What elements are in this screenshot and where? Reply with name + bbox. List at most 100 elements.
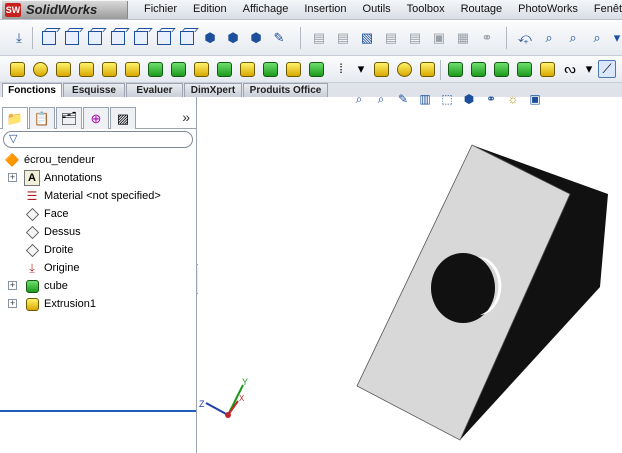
rib-icon[interactable] [238,60,256,78]
expand-icon[interactable]: + [8,299,17,308]
tree-item-label: Droite [44,244,74,256]
tab-dimxpert[interactable]: DimXpert [184,83,242,97]
menu-routage[interactable]: Routage [453,3,511,15]
view-top-icon[interactable] [132,29,150,47]
freeform-icon[interactable]: ᔓ [561,60,579,78]
hole-wizard-icon[interactable] [307,60,325,78]
grid-icon[interactable]: ▦ [454,29,472,47]
triad-y-label: Y [242,377,248,387]
view-isometric-icon[interactable] [178,29,196,47]
zoom-in-icon[interactable]: ⌕ [588,29,606,47]
tree-item-extrusion1[interactable]: + Extrusion1 [8,295,96,313]
tree-root[interactable]: 🔶 écrou_tendeur [4,151,95,169]
revolve-cut-icon[interactable] [123,60,141,78]
linear-pattern-icon[interactable]: ⁞ [332,60,350,78]
view-bottom-icon[interactable] [155,29,173,47]
fillet-icon[interactable] [192,60,210,78]
instant-sketch-icon[interactable]: ⟋ [598,60,616,78]
zoom-area-icon[interactable]: ⌕ [564,29,582,47]
extrude-cut-icon[interactable] [100,60,118,78]
expand-icon[interactable]: + [8,281,17,290]
view-dimetric-icon[interactable]: ⬢ [224,29,242,47]
plane-icon [24,242,40,258]
tree-item-material[interactable]: ☰ Material <not specified> [24,187,161,205]
menu-fenetre[interactable]: Fenêtre [586,3,622,15]
indent-icon[interactable] [515,60,533,78]
tab-fonctions[interactable]: Fonctions [2,83,62,97]
revolve-boss-icon[interactable] [31,60,49,78]
view-right-icon[interactable] [109,29,127,47]
toolbar-separator [32,27,33,49]
add-sheet-icon[interactable]: ▤ [382,29,400,47]
menu-insertion[interactable]: Insertion [296,3,354,15]
tab-produits-office[interactable]: Produits Office [243,83,328,97]
graphics-area[interactable]: ⌕ ⌕ ✎ ▥ ⬚ ⬢ ⚭ ☼ ▣ Y Z X [198,92,622,453]
lock-icon[interactable]: ▣ [430,29,448,47]
title-menu-bar: SW SolidWorks Fichier Edition Affichage … [0,0,622,20]
draft-icon[interactable] [284,60,302,78]
chevron-down-icon[interactable]: ▾ [608,29,622,47]
menu-photoworks[interactable]: PhotoWorks [510,3,586,15]
menu-toolbox[interactable]: Toolbox [399,3,453,15]
chevron-down-icon[interactable]: ▾ [580,60,598,78]
delete-sheet-icon[interactable]: ▤ [406,29,424,47]
extrude-boss-icon[interactable] [8,60,26,78]
shell-icon[interactable] [261,60,279,78]
panel-expand-chevron[interactable]: » [182,109,190,125]
wrap-icon[interactable] [538,60,556,78]
tree-item-cube[interactable]: + cube [8,277,68,295]
tree-item-dessus-plane[interactable]: Dessus [24,223,81,241]
view-trimetric-icon[interactable]: ⬢ [201,29,219,47]
feature-manager-tab-icon[interactable]: 📁 [2,107,28,129]
panel-tab-strip: 📁 📋 🗂 ⊕ ▨ » [0,107,196,129]
property-manager-tab-icon[interactable]: 📋 [29,107,55,129]
view-back-icon[interactable] [63,29,81,47]
view-front-icon[interactable] [40,29,58,47]
view-left-icon[interactable] [86,29,104,47]
coordinate-system-icon[interactable]: ⤓ [10,29,28,47]
features-toolbar: ⁞ ▾ ᔓ ▾ ⟋ [0,56,622,83]
drawing-icon[interactable]: ▤ [310,29,328,47]
feature-filter-input[interactable]: ▽ [3,131,193,148]
expand-icon[interactable]: + [8,173,17,182]
loft-cut-icon[interactable] [169,60,187,78]
instant3d-icon[interactable] [418,60,436,78]
menu-affichage[interactable]: Affichage [235,3,297,15]
tab-esquisse[interactable]: Esquisse [63,83,125,97]
rotate-icon[interactable]: ⤽ [516,29,534,47]
sketch-pen-icon[interactable]: ✎ [270,29,288,47]
chevron-down-icon[interactable]: ▾ [352,60,370,78]
tab-evaluer[interactable]: Evaluer [126,83,183,97]
tree-item-droite-plane[interactable]: Droite [24,241,73,259]
image-icon[interactable]: ▧ [358,29,376,47]
solidworks-logo[interactable]: SW SolidWorks [2,1,128,19]
loft-boss-icon[interactable] [77,60,95,78]
drawing-edit-icon[interactable]: ▤ [334,29,352,47]
zoom-fit-icon[interactable]: ⌕ [540,29,558,47]
tree-item-face-plane[interactable]: Face [24,205,68,223]
view-normal-icon[interactable]: ⬢ [247,29,265,47]
curves-icon[interactable] [395,60,413,78]
configuration-manager-tab-icon[interactable]: 🗂 [56,107,82,129]
menu-edition[interactable]: Edition [185,3,235,15]
flex-icon[interactable] [469,60,487,78]
annotations-icon: A [24,170,40,186]
menu-fichier[interactable]: Fichier [136,3,185,15]
display-manager-tab-icon[interactable]: ▨ [110,107,136,129]
triad-z-axis [205,402,229,416]
triad-x-label: X [239,394,245,403]
sweep-boss-icon[interactable] [54,60,72,78]
deform-icon[interactable] [492,60,510,78]
dimxpert-manager-tab-icon[interactable]: ⊕ [83,107,109,129]
tree-item-origine[interactable]: ⤓ Origine [24,259,79,277]
dome-icon[interactable] [446,60,464,78]
menu-outils[interactable]: Outils [355,3,399,15]
sweep-cut-icon[interactable] [146,60,164,78]
tree-item-annotations[interactable]: + A Annotations [8,169,102,187]
tree-root-label: écrou_tendeur [24,154,95,166]
link-icon[interactable]: ⚭ [478,29,496,47]
chamfer-icon[interactable] [215,60,233,78]
rollback-bar[interactable] [0,410,196,412]
reference-geometry-icon[interactable] [372,60,390,78]
tree-item-label: cube [44,280,68,292]
